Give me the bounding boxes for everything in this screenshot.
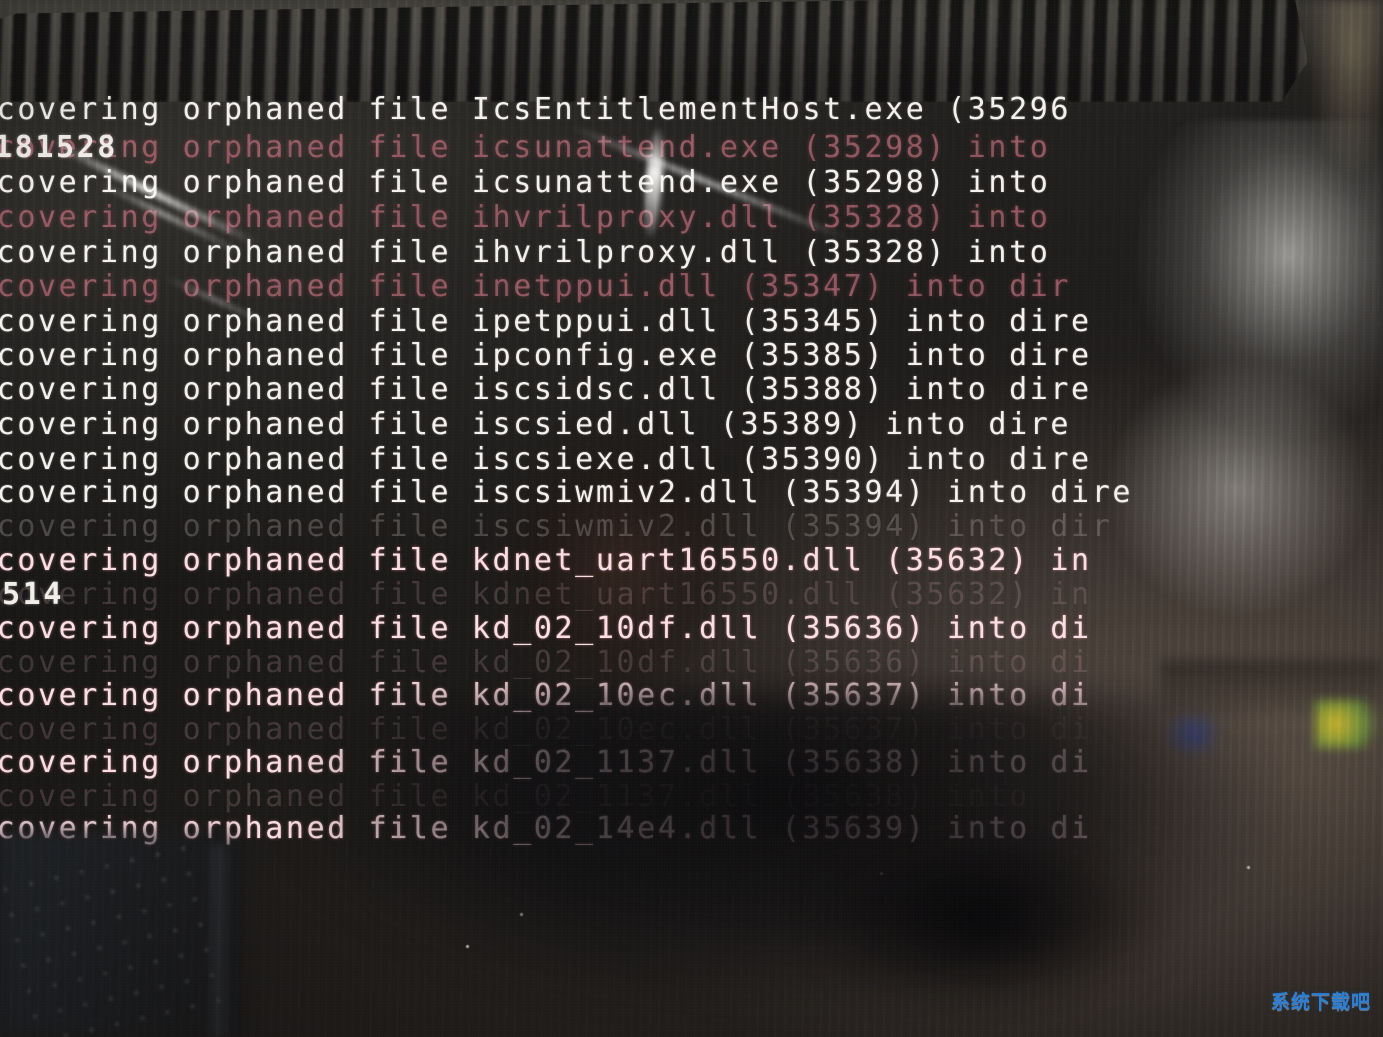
lens-vignette (0, 0, 1383, 1037)
monitor-photo-stage: ecovering orphaned file IcsEntitlementHo… (0, 0, 1383, 1037)
site-watermark: 系统下载吧 (1270, 991, 1371, 1013)
